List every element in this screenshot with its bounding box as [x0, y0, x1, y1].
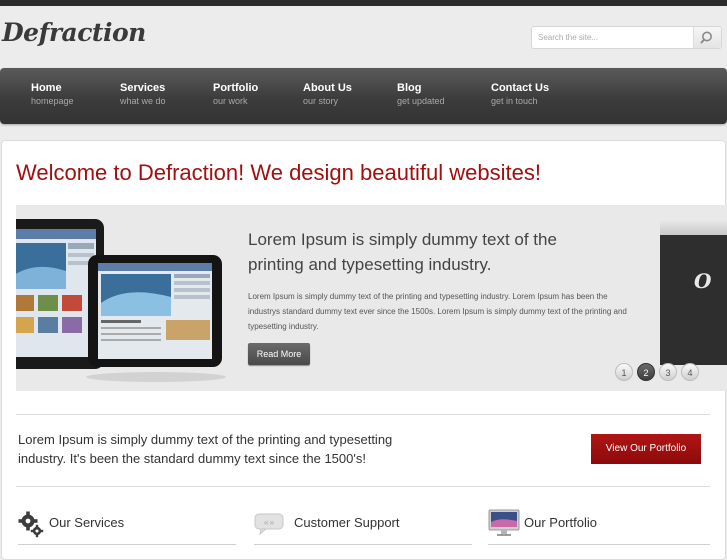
divider [16, 486, 710, 487]
nav-label: Home [31, 82, 62, 94]
nav-blog[interactable]: Blog get updated [397, 82, 445, 108]
search-button[interactable] [693, 27, 721, 48]
svg-text:«»: «» [263, 519, 274, 529]
support-column: «» Customer Support [254, 507, 472, 545]
nav-label: Portfolio [213, 82, 259, 94]
nav-sublabel: our work [213, 96, 248, 106]
services-column: Our Services [18, 507, 236, 545]
monitor-icon [488, 509, 520, 536]
column-title: Customer Support [294, 515, 400, 530]
nav-sublabel: get in touch [491, 96, 538, 106]
preview-logo: O [694, 269, 712, 293]
search-box [531, 26, 722, 49]
nav-sublabel: our story [303, 96, 339, 106]
slide-dot-3[interactable]: 3 [659, 363, 677, 381]
divider [16, 414, 710, 415]
featured-slider: Lorem Ipsum is simply dummy text of the … [16, 205, 727, 391]
nav-sublabel: get updated [397, 96, 445, 106]
tablets-image [16, 219, 226, 382]
search-icon [700, 31, 712, 44]
nav-label: Blog [397, 82, 422, 94]
slide-dot-2[interactable]: 2 [637, 363, 655, 381]
nav-label: Contact Us [491, 82, 550, 94]
nav-label: About Us [303, 82, 352, 94]
nav-portfolio[interactable]: Portfolio our work [213, 82, 258, 108]
gears-icon [18, 511, 44, 538]
search-input[interactable] [538, 30, 688, 45]
nav-sublabel: homepage [31, 96, 74, 106]
top-bar [0, 0, 727, 6]
page-title: Welcome to Defraction! We design beautif… [16, 160, 542, 185]
column-title: Our Portfolio [524, 515, 597, 530]
site-logo[interactable]: Defraction [2, 18, 146, 47]
read-more-button[interactable]: Read More [248, 343, 310, 365]
nav-contact-us[interactable]: Contact Us get in touch [491, 82, 549, 108]
browser-bar [660, 221, 727, 235]
slide-text: Lorem Ipsum is simply dummy text of the … [248, 292, 627, 331]
nav-sublabel: what we do [120, 96, 166, 106]
portfolio-column: Our Portfolio [488, 507, 710, 545]
nav-label: Services [120, 82, 166, 94]
view-portfolio-button[interactable]: View Our Portfolio [591, 434, 701, 464]
intro-text: Lorem Ipsum is simply dummy text of the … [18, 432, 393, 466]
slide-title: Lorem Ipsum is simply dummy text of the … [248, 230, 557, 274]
nav-about-us[interactable]: About Us our story [303, 82, 352, 108]
next-slide-preview[interactable]: O [660, 221, 727, 365]
nav-services[interactable]: Services what we do [120, 82, 166, 108]
column-title: Our Services [49, 515, 125, 530]
slide-dot-4[interactable]: 4 [681, 363, 699, 381]
nav-home[interactable]: Home homepage [31, 82, 74, 108]
main-nav: Home homepage Services what we do Portfo… [0, 68, 727, 124]
slide-dot-1[interactable]: 1 [615, 363, 633, 381]
speech-bubble-icon: «» [254, 513, 284, 535]
